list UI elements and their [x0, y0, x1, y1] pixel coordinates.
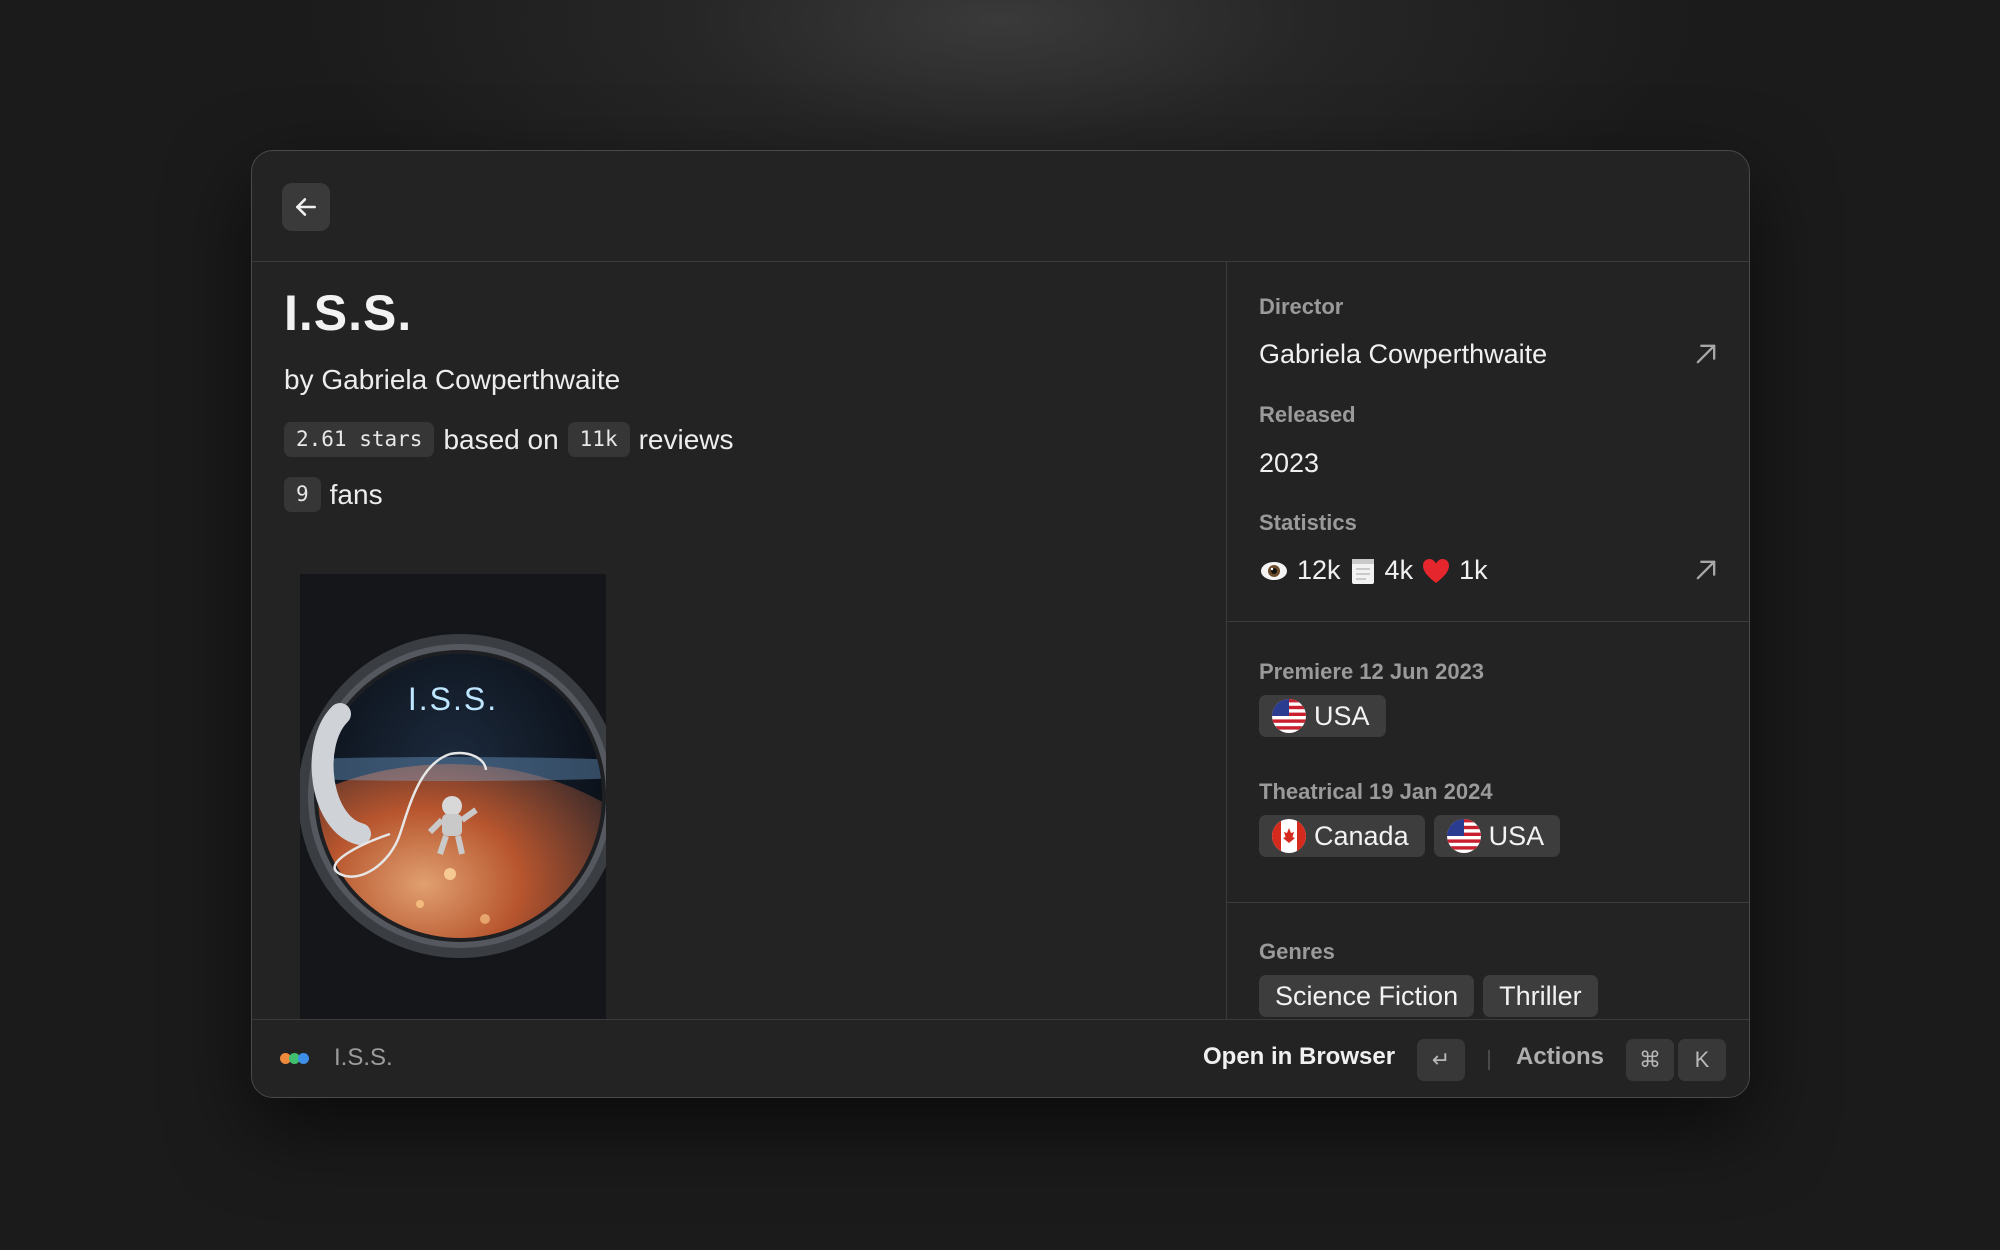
reviews-count-badge: 11k — [567, 422, 630, 457]
fans-count-badge: 9 — [284, 477, 321, 512]
us-flag-icon — [1272, 699, 1306, 733]
reviews-text: reviews — [638, 423, 734, 455]
poster-artwork: I.S.S. — [300, 574, 606, 1019]
open-in-browser-button[interactable]: Open in Browser — [1203, 1043, 1395, 1071]
fans-line: 9 fans — [284, 477, 383, 512]
released-value: 2023 — [1259, 448, 1320, 478]
arrow-up-right-icon[interactable] — [1692, 340, 1720, 368]
country-name: USA — [1488, 820, 1545, 851]
likes-count: 1k — [1459, 555, 1488, 585]
genre-tag[interactable]: Science Fiction — [1259, 975, 1475, 1017]
statistics-value: 12k 4k 1k — [1259, 555, 1488, 586]
metadata-sidebar: Director Gabriela Cowperthwaite Released… — [1226, 262, 1749, 1019]
movie-title: I.S.S. — [284, 285, 413, 341]
theatrical-label: Theatrical 19 Jan 2024 — [1259, 779, 1493, 804]
poster-title-text: I.S.S. — [408, 681, 498, 717]
country-tag-canada[interactable]: Canada — [1259, 815, 1425, 857]
rating-badge: 2.61 stars — [284, 422, 435, 457]
us-flag-icon — [1446, 819, 1481, 853]
eye-icon — [1261, 561, 1287, 580]
fans-text: fans — [329, 478, 383, 510]
canada-flag-icon — [1272, 819, 1306, 853]
section-divider — [1227, 902, 1749, 903]
action-bar: I.S.S. Open in Browser ↵ Actions ⌘ K — [252, 1019, 1749, 1097]
country-tag-usa[interactable]: USA — [1433, 815, 1561, 857]
top-bar — [252, 151, 1749, 262]
notepad-icon — [1351, 558, 1374, 584]
app-logo-icon — [280, 1053, 309, 1064]
director-label: Director — [1259, 294, 1344, 319]
detail-content: I.S.S. by Gabriela Cowperthwaite 2.61 st… — [252, 262, 1225, 1019]
country-name: USA — [1314, 700, 1370, 731]
footer-title: I.S.S. — [334, 1044, 393, 1071]
enter-key-icon[interactable]: ↵ — [1417, 1039, 1465, 1081]
country-tag-usa[interactable]: USA — [1259, 695, 1386, 737]
rating-connector-text: based on — [443, 423, 559, 455]
theatrical-countries: Canada USA — [1259, 815, 1561, 857]
lists-count: 4k — [1384, 555, 1414, 585]
movie-poster: I.S.S. — [300, 574, 606, 1019]
command-key-icon[interactable]: ⌘ — [1626, 1039, 1674, 1081]
premiere-countries: USA — [1259, 695, 1386, 737]
actions-button[interactable]: Actions — [1516, 1043, 1604, 1071]
movie-detail-window: I.S.S. by Gabriela Cowperthwaite 2.61 st… — [251, 150, 1750, 1098]
genres-list: Science Fiction Thriller — [1259, 975, 1598, 1017]
section-divider — [1227, 621, 1749, 622]
rating-line: 2.61 stars based on 11k reviews — [284, 422, 734, 457]
released-label: Released — [1259, 402, 1356, 427]
statistics-label: Statistics — [1259, 510, 1357, 535]
k-key[interactable]: K — [1678, 1039, 1726, 1081]
movie-byline: by Gabriela Cowperthwaite — [284, 364, 621, 395]
premiere-label: Premiere 12 Jun 2023 — [1259, 659, 1485, 684]
arrow-left-icon — [296, 198, 316, 216]
back-button[interactable] — [282, 183, 330, 231]
genre-tag[interactable]: Thriller — [1483, 975, 1598, 1017]
red-heart-icon — [1423, 558, 1450, 583]
footer-divider — [1488, 1050, 1490, 1070]
arrow-up-right-icon[interactable] — [1692, 556, 1720, 584]
views-count: 12k — [1297, 555, 1341, 585]
country-name: Canada — [1314, 820, 1409, 851]
genres-label: Genres — [1259, 939, 1335, 964]
director-value: Gabriela Cowperthwaite — [1259, 339, 1548, 369]
